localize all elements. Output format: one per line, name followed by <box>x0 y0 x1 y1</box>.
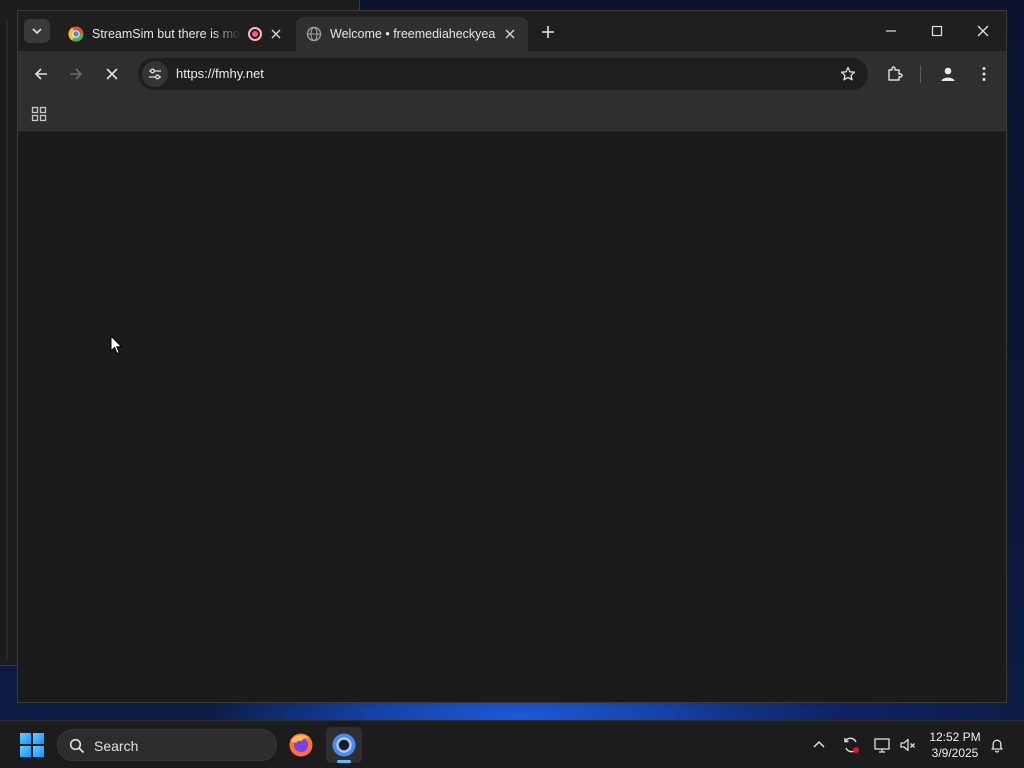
plus-icon <box>542 26 554 38</box>
new-tab-button[interactable] <box>538 22 558 42</box>
recording-icon <box>248 27 262 41</box>
profile-button[interactable] <box>935 61 961 87</box>
mouse-cursor-icon <box>110 335 123 355</box>
taskbar-chrome[interactable] <box>326 727 362 763</box>
close-window-button[interactable] <box>970 19 996 43</box>
system-clock[interactable]: 12:52 PM 3/9/2025 <box>922 729 988 761</box>
taskbar-search[interactable]: Search <box>57 729 277 761</box>
sync-alert-icon <box>844 737 859 753</box>
star-icon <box>840 66 856 81</box>
notifications-button[interactable] <box>987 735 1007 755</box>
address-bar[interactable]: https://fmhy.net <box>138 58 868 90</box>
globe-favicon <box>306 26 322 42</box>
start-button[interactable] <box>20 733 44 757</box>
active-app-indicator <box>337 760 351 763</box>
volume-tray-icon[interactable] <box>898 735 918 755</box>
page-content[interactable] <box>18 132 1006 702</box>
toolbar-divider <box>920 65 921 83</box>
title-bar[interactable]: StreamSim but there is mor Welcome • fre… <box>18 11 1006 51</box>
close-icon <box>106 68 118 80</box>
minimize-button[interactable] <box>878 19 904 43</box>
tab-streamsim[interactable]: StreamSim but there is mor <box>58 17 294 51</box>
tune-icon <box>149 68 161 80</box>
windows-logo-pane <box>33 746 44 757</box>
browser-toolbar: https://fmhy.net <box>18 51 1006 97</box>
chrome-icon <box>332 733 356 757</box>
monitor-network-icon <box>874 738 890 753</box>
person-icon <box>941 67 955 81</box>
search-label: Search <box>94 738 139 754</box>
extensions-button[interactable] <box>882 61 908 87</box>
maximize-button[interactable] <box>924 19 950 43</box>
close-icon <box>505 29 515 39</box>
arrow-right-icon <box>70 68 83 80</box>
maximize-icon <box>931 25 943 37</box>
tab-title: Welcome • freemediaheckyeah <box>330 27 496 41</box>
puzzle-icon <box>888 66 903 81</box>
forward-button[interactable] <box>63 61 89 87</box>
minimize-icon <box>886 30 896 32</box>
bell-icon <box>991 739 1003 753</box>
chevron-up-icon <box>813 740 825 748</box>
windows-logo-pane <box>33 733 44 744</box>
close-icon <box>977 25 989 37</box>
bookmark-button[interactable] <box>838 64 858 84</box>
menu-button[interactable] <box>971 61 997 87</box>
firefox-icon <box>289 733 313 757</box>
url-text: https://fmhy.net <box>176 66 264 81</box>
browser-window: StreamSim but there is mor Welcome • fre… <box>17 10 1007 703</box>
windows-logo-pane <box>20 733 31 744</box>
back-button[interactable] <box>28 61 54 87</box>
speaker-muted-icon <box>900 738 915 752</box>
bookmarks-bar <box>18 97 1006 131</box>
close-icon <box>271 29 281 39</box>
more-vert-icon <box>982 67 986 81</box>
tab-close-button[interactable] <box>502 26 518 42</box>
apps-grid-icon <box>31 106 47 122</box>
tab-fmhy[interactable]: Welcome • freemediaheckyeah <box>296 17 528 51</box>
tab-search-button[interactable] <box>24 19 50 43</box>
tab-title: StreamSim but there is mor <box>92 27 242 41</box>
windows-logo-pane <box>20 746 31 757</box>
site-info-button[interactable] <box>142 61 168 87</box>
background-window-edge <box>6 20 8 660</box>
chrome-color-favicon <box>68 26 84 42</box>
apps-button[interactable] <box>28 103 50 125</box>
chevron-down-icon <box>32 28 42 35</box>
arrow-left-icon <box>34 68 47 80</box>
clock-date: 3/9/2025 <box>931 746 979 760</box>
taskbar-firefox[interactable] <box>283 727 319 763</box>
network-tray-icon[interactable] <box>872 735 892 755</box>
stop-loading-button[interactable] <box>99 61 125 87</box>
tab-close-button[interactable] <box>268 26 284 42</box>
search-icon <box>68 737 86 755</box>
update-tray-icon[interactable] <box>841 735 861 755</box>
taskbar: Search 12:52 PM 3/9/2025 <box>0 720 1024 768</box>
show-hidden-icons-button[interactable] <box>809 735 829 755</box>
clock-time: 12:52 PM <box>929 730 981 744</box>
